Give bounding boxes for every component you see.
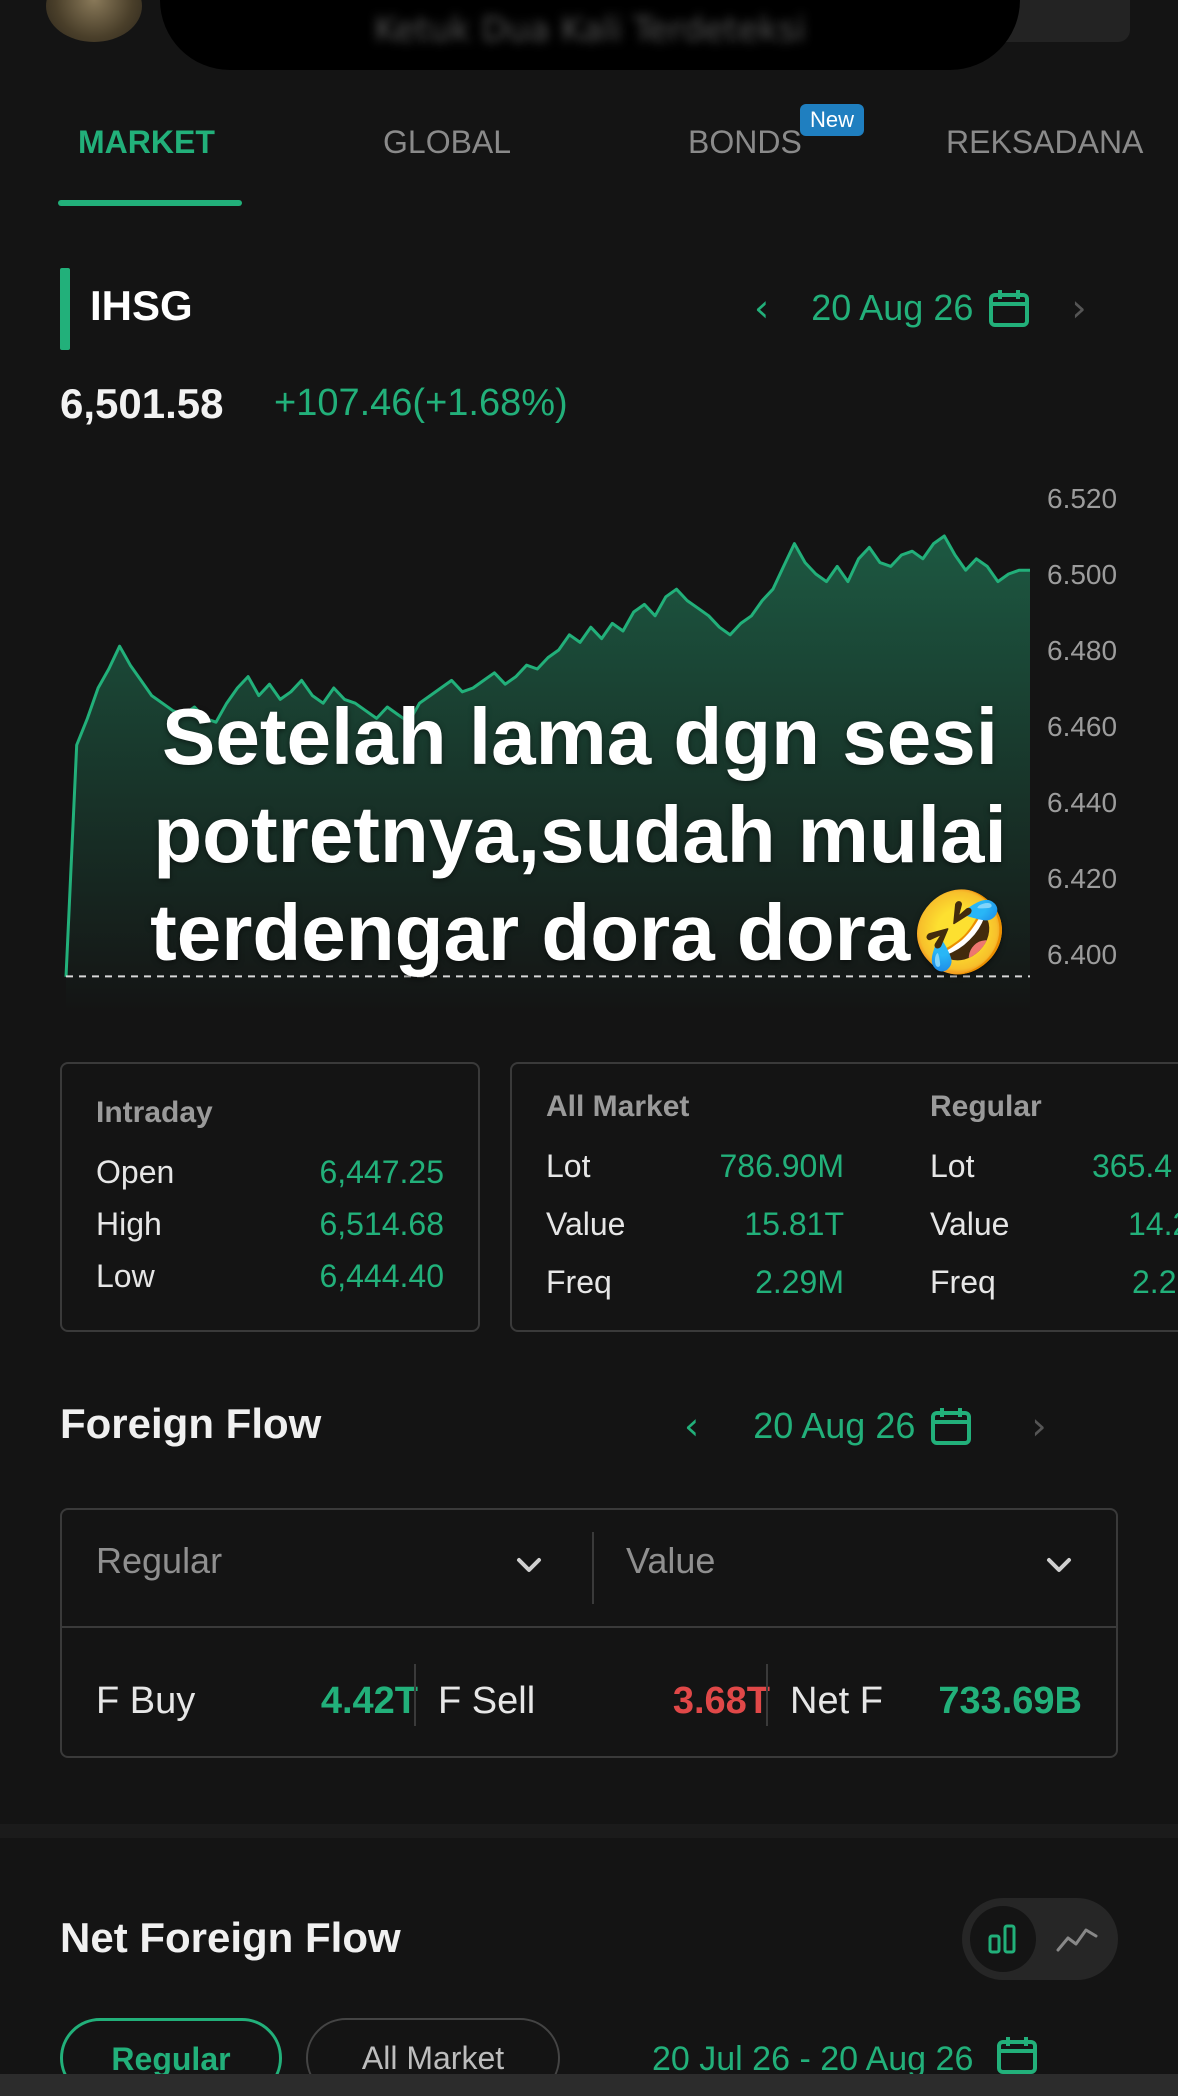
tab-market[interactable]: MARKET — [78, 124, 215, 161]
chevron-down-icon[interactable] — [1044, 1550, 1074, 1580]
divider — [414, 1664, 416, 1726]
index-name: IHSG — [90, 282, 193, 329]
y-tick-label: 6.460 — [1047, 711, 1117, 742]
divider — [592, 1532, 594, 1604]
date-range-text: 20 Jul 26 - 20 Aug 26 — [652, 2040, 974, 2078]
all-market-title: All Market — [546, 1090, 690, 1123]
net-foreign-flow-title: Net Foreign Flow — [60, 1914, 401, 1961]
y-tick-label: 6.520 — [1047, 483, 1117, 514]
all-freq-value: 2.29M — [755, 1264, 844, 1300]
y-tick-label: 6.400 — [1047, 939, 1117, 970]
chart-type-toggle[interactable] — [962, 1898, 1118, 1980]
foreign-flow-box: Regular Value F Buy 4.42T F Sell 3.68T N… — [60, 1508, 1118, 1758]
foreign-flow-date-nav: ‹ 20 Aug 26 › — [684, 1400, 1047, 1452]
all-value-value: 15.81T — [744, 1206, 844, 1242]
divider — [766, 1664, 768, 1726]
foreign-buy-label: F Buy — [96, 1680, 196, 1722]
all-value-label: Value — [546, 1206, 626, 1242]
index-price: 6,501.58 — [60, 380, 224, 427]
all-freq-label: Freq — [546, 1264, 612, 1300]
chevron-right-icon[interactable]: › — [1071, 286, 1086, 330]
divider — [62, 1626, 1116, 1628]
reg-freq-value: 2.2 — [1132, 1264, 1177, 1300]
calendar-icon[interactable] — [996, 2036, 1037, 2074]
high-value: 6,514.68 — [319, 1206, 444, 1242]
foreign-sell-value: 3.68T — [672, 1680, 770, 1722]
all-lot-value: 786.90M — [719, 1148, 844, 1184]
open-label: Open — [96, 1154, 175, 1190]
reg-value-value: 14.2 — [1128, 1206, 1178, 1242]
tab-bar: MARKET GLOBAL BONDS REKSADANA — [0, 110, 1178, 210]
video-caption: Setelah lama dgn sesi potretnya,sudah mu… — [150, 692, 1010, 977]
foreign-flow-date[interactable]: 20 Aug 26 — [753, 1405, 915, 1447]
foreign-flow-title: Foreign Flow — [60, 1400, 322, 1447]
tab-bonds[interactable]: BONDS — [688, 124, 802, 161]
all-lot-label: Lot — [546, 1148, 591, 1184]
reg-lot-value: 365.4 — [1092, 1148, 1173, 1184]
foreign-sell-label: F Sell — [438, 1680, 536, 1722]
regular-title: Regular — [930, 1090, 1042, 1123]
reg-freq-label: Freq — [930, 1264, 996, 1300]
index-date-nav: ‹ 20 Aug 26 › — [754, 282, 1087, 334]
tab-global[interactable]: GLOBAL — [383, 124, 511, 161]
market-select[interactable]: Regular — [96, 1540, 222, 1582]
chevron-left-icon[interactable]: ‹ — [684, 1404, 699, 1448]
chevron-left-icon[interactable]: ‹ — [754, 286, 769, 330]
low-label: Low — [96, 1258, 155, 1294]
section-separator — [0, 1824, 1178, 1838]
index-date[interactable]: 20 Aug 26 — [811, 287, 973, 329]
date-range[interactable]: 20 Jul 26 - 20 Aug 26 — [652, 2036, 1037, 2079]
chevron-right-icon[interactable]: › — [1031, 1404, 1046, 1448]
index-accent-bar — [60, 268, 70, 350]
tab-reksadana[interactable]: REKSADANA — [946, 124, 1143, 161]
market-stats-card[interactable]: All Market Lot 786.90M Value 15.81T Freq… — [510, 1062, 1178, 1332]
app-screen: Ketuk Dua Kali Terdeteksi MARKET GLOBAL … — [0, 0, 1178, 2096]
calendar-icon[interactable] — [931, 1407, 972, 1445]
bar-chart-option[interactable] — [970, 1906, 1036, 1972]
intraday-card: Intraday Open 6,447.25 High 6,514.68 Low… — [60, 1062, 480, 1332]
avatar[interactable] — [46, 0, 142, 42]
foreign-buy-value: 4.42T — [320, 1680, 418, 1722]
new-badge: New — [800, 104, 865, 136]
index-change: +107.46(+1.68%) — [274, 382, 568, 424]
notification-text: Ketuk Dua Kali Terdeteksi — [374, 10, 806, 50]
tab-active-indicator — [58, 200, 242, 206]
reg-value-label: Value — [930, 1206, 1010, 1242]
net-foreign-value: 733.69B — [938, 1680, 1082, 1722]
open-value: 6,447.25 — [319, 1154, 444, 1190]
y-tick-label: 6.420 — [1047, 863, 1117, 894]
chevron-down-icon[interactable] — [514, 1550, 544, 1580]
bottom-bar — [0, 2074, 1178, 2096]
calendar-icon[interactable] — [989, 289, 1030, 327]
low-value: 6,444.40 — [319, 1258, 444, 1294]
y-tick-label: 6.440 — [1047, 787, 1117, 818]
y-tick-label: 6.480 — [1047, 635, 1117, 666]
net-foreign-label: Net F — [790, 1680, 883, 1722]
bar-chart-icon — [988, 1924, 1016, 1954]
high-label: High — [96, 1206, 162, 1242]
reg-lot-label: Lot — [930, 1148, 975, 1184]
metric-select[interactable]: Value — [626, 1540, 715, 1582]
y-tick-label: 6.500 — [1047, 559, 1117, 590]
intraday-title: Intraday — [96, 1096, 213, 1129]
dynamic-island: Ketuk Dua Kali Terdeteksi — [160, 0, 1020, 70]
line-chart-icon[interactable] — [1052, 1914, 1102, 1964]
